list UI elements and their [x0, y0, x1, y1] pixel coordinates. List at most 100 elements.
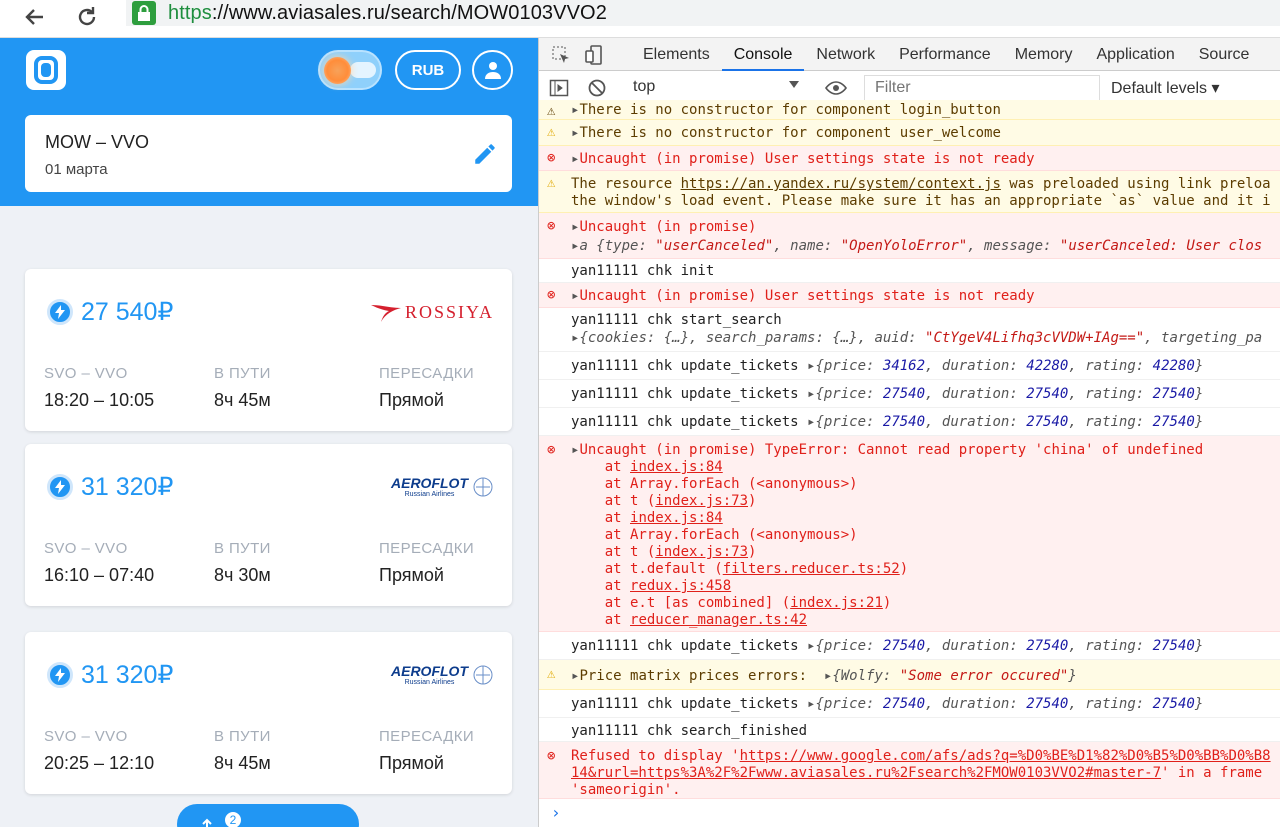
log-levels-select[interactable]: Default levels ▾	[1111, 78, 1220, 98]
console-log: yan11111 chk update_tickets ▸{price: 341…	[539, 352, 1280, 380]
tab-console[interactable]: Console	[721, 38, 805, 71]
back-arrow-icon[interactable]	[20, 2, 50, 32]
duration-header: В ПУТИ	[214, 365, 271, 382]
duration-header: В ПУТИ	[214, 540, 271, 557]
search-route: MOW – VVO	[45, 132, 150, 152]
airline-logo-rossiya: ROSSIYA	[369, 297, 494, 327]
flight-duration: 8ч 45м	[214, 753, 271, 773]
reload-icon[interactable]	[72, 2, 102, 32]
console-error-stacktrace: ⊗ ▸Uncaught (in promise) TypeError: Cann…	[539, 436, 1280, 632]
sidebar-toggle-icon[interactable]	[549, 78, 569, 98]
sun-icon	[324, 57, 351, 84]
error-icon: ⊗	[547, 287, 556, 303]
lightning-icon	[47, 474, 73, 500]
console-log: yan11111 chk update_tickets ▸{price: 275…	[539, 408, 1280, 436]
sort-arrows-icon	[202, 818, 212, 827]
flight-stops: Прямой	[379, 390, 444, 410]
flight-duration: 8ч 45м	[214, 390, 271, 410]
user-icon	[484, 62, 501, 79]
warning-icon: ⚠	[547, 666, 556, 682]
theme-toggle[interactable]	[318, 50, 382, 90]
ticket-card[interactable]: 31 320₽ AEROFLOT Russian Airlines SVO – …	[25, 632, 512, 794]
currency-button[interactable]: RUB	[395, 50, 461, 90]
ticket-price: 31 320₽	[81, 661, 174, 689]
eye-icon[interactable]	[825, 78, 847, 98]
lock-icon	[132, 1, 156, 25]
url-text: https://www.aviasales.ru/search/MOW0103V…	[168, 1, 607, 24]
browser-chrome: https://www.aviasales.ru/search/MOW0103V…	[0, 0, 1280, 38]
warning-icon: ⚠	[547, 124, 556, 140]
chevron-down-icon[interactable]	[789, 81, 799, 88]
aviasales-logo-icon[interactable]	[26, 50, 66, 90]
console-error: ⊗ ▸Uncaught (in promise) User settings s…	[539, 146, 1280, 171]
console-filter-input[interactable]	[864, 75, 1100, 101]
error-icon: ⊗	[547, 442, 556, 458]
ticket-card[interactable]: 27 540₽ ROSSIYA SVO – VVO В ПУТИ ПЕРЕСАД…	[25, 269, 512, 431]
user-profile-button[interactable]	[472, 50, 513, 90]
console-warning: ⚠ ▸There is no constructor for component…	[539, 120, 1280, 146]
tab-application[interactable]: Application	[1084, 38, 1186, 71]
duration-header: В ПУТИ	[214, 728, 271, 745]
ticket-card[interactable]: 31 320₽ AEROFLOT Russian Airlines SVO – …	[25, 444, 512, 606]
pencil-edit-icon[interactable]	[472, 141, 498, 167]
error-icon: ⊗	[547, 150, 556, 166]
flight-times: 16:10 – 07:40	[44, 565, 155, 585]
airline-logo-aeroflot: AEROFLOT Russian Airlines	[391, 472, 494, 502]
lightning-icon	[47, 662, 73, 688]
aviasales-app: RUB MOW – VVO 01 марта 27 540₽ ROSSIYA S…	[0, 38, 538, 827]
clear-console-icon[interactable]	[587, 78, 607, 98]
console-prompt-icon[interactable]: ›	[551, 803, 561, 822]
tab-elements[interactable]: Elements	[631, 38, 722, 71]
route-label: SVO – VVO	[44, 365, 128, 382]
tab-sources[interactable]: Source	[1187, 38, 1262, 71]
filters-button[interactable]: 2	[177, 804, 359, 827]
console-messages: ⚠ ▸There is no constructor for component…	[539, 100, 1280, 827]
devtools-panel: Elements Console Network Performance Mem…	[538, 38, 1280, 827]
rossiya-wing-icon	[370, 305, 401, 322]
airline-logo-aeroflot: AEROFLOT Russian Airlines	[391, 660, 494, 690]
console-log: yan11111 chk init	[539, 259, 1280, 283]
console-log: yan11111 chk update_tickets ▸{price: 275…	[539, 632, 1280, 660]
console-error: ⊗ ▸Uncaught (in promise) ▸a {type: "user…	[539, 213, 1280, 259]
inspect-element-icon[interactable]	[551, 45, 571, 65]
route-label: SVO – VVO	[44, 540, 128, 557]
search-summary-card[interactable]: MOW – VVO 01 марта	[25, 115, 512, 192]
flight-times: 18:20 – 10:05	[44, 390, 155, 410]
console-log: yan11111 chk search_finished	[539, 718, 1280, 742]
cloud-icon	[350, 62, 376, 78]
flight-stops: Прямой	[379, 753, 444, 773]
warning-icon: ⚠	[547, 103, 556, 119]
console-error: ⊗ Refused to display 'https://www.google…	[539, 742, 1280, 799]
tab-performance[interactable]: Performance	[887, 38, 1003, 71]
context-select[interactable]: top	[633, 78, 655, 96]
error-icon: ⊗	[547, 748, 556, 764]
search-date: 01 марта	[45, 161, 108, 178]
device-toggle-icon[interactable]	[585, 45, 605, 65]
flight-stops: Прямой	[379, 565, 444, 585]
error-icon: ⊗	[547, 218, 556, 234]
lightning-icon	[47, 299, 73, 325]
console-log: yan11111 chk start_search ▸{cookies: {…}…	[539, 308, 1280, 352]
ticket-price: 27 540₽	[81, 298, 174, 326]
aeroflot-globe-icon	[473, 477, 493, 497]
devtools-tabbar: Elements Console Network Performance Mem…	[539, 38, 1280, 71]
app-header: RUB MOW – VVO 01 марта	[0, 38, 538, 206]
console-log: yan11111 chk update_tickets ▸{price: 275…	[539, 690, 1280, 718]
console-error: ⊗ ▸Uncaught (in promise) User settings s…	[539, 283, 1280, 308]
aeroflot-globe-icon	[473, 665, 493, 685]
stops-header: ПЕРЕСАДКИ	[379, 728, 475, 745]
filter-count-badge: 2	[223, 810, 243, 827]
address-bar[interactable]: https://www.aviasales.ru/search/MOW0103V…	[126, 0, 1280, 26]
stops-header: ПЕРЕСАДКИ	[379, 540, 475, 557]
console-warning: ⚠ ▸There is no constructor for component…	[539, 100, 1280, 120]
warning-icon: ⚠	[547, 175, 556, 191]
console-warning: ⚠ ▸Price matrix prices errors: ▸{Wolfy: …	[539, 660, 1280, 690]
tab-network[interactable]: Network	[804, 38, 887, 71]
ticket-price: 31 320₽	[81, 473, 174, 501]
console-log: yan11111 chk update_tickets ▸{price: 275…	[539, 380, 1280, 408]
route-label: SVO – VVO	[44, 728, 128, 745]
flight-times: 20:25 – 12:10	[44, 753, 155, 773]
tab-memory[interactable]: Memory	[1003, 38, 1085, 71]
console-warning: ⚠ The resource https://an.yandex.ru/syst…	[539, 171, 1280, 213]
stops-header: ПЕРЕСАДКИ	[379, 365, 475, 382]
